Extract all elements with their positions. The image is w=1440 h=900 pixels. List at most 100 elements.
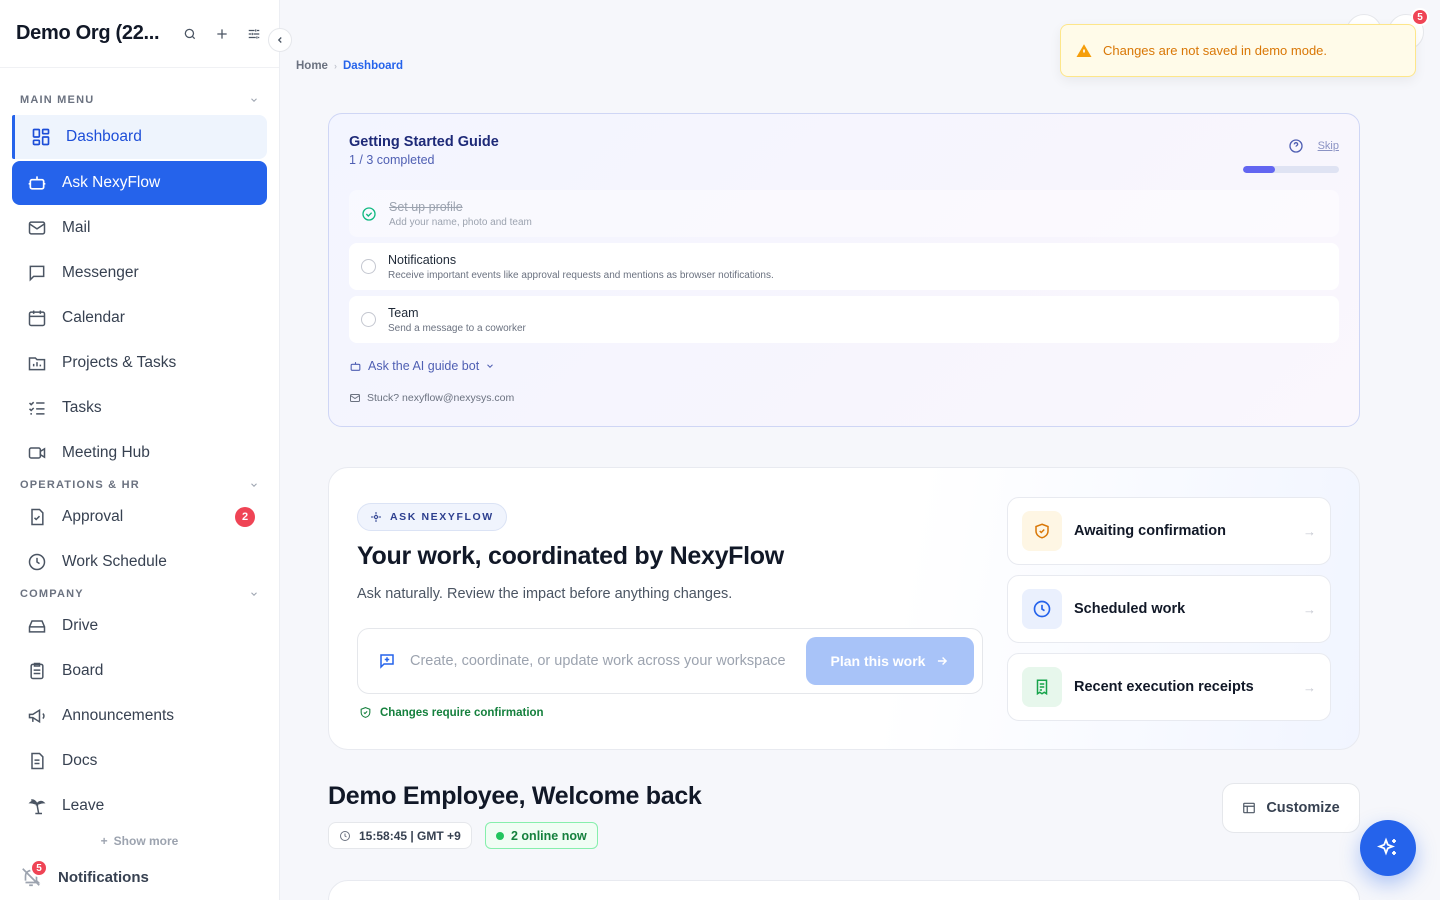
- clock-badge: 15:58:45 | GMT +9: [328, 822, 472, 849]
- sidebar-item-label: Board: [62, 662, 104, 679]
- sidebar-item-docs[interactable]: Docs: [12, 739, 267, 783]
- guide-progress-fill: [1243, 166, 1275, 173]
- notifications-badge: 5: [30, 859, 48, 877]
- chevron-down-icon: [249, 95, 259, 105]
- sliders-icon[interactable]: [245, 25, 263, 43]
- recent-receipts-card[interactable]: Recent execution receipts →: [1007, 653, 1331, 721]
- shield-check-icon: [1022, 511, 1062, 551]
- show-more-button[interactable]: + Show more: [0, 834, 279, 848]
- sidebar-item-label: Drive: [62, 617, 99, 634]
- empty-circle-icon: [361, 312, 376, 327]
- toast-message: Changes are not saved in demo mode.: [1103, 43, 1328, 58]
- mail-icon: [26, 217, 48, 239]
- guide-title: Getting Started Guide: [349, 134, 499, 150]
- plan-this-work-button[interactable]: Plan this work: [806, 637, 974, 685]
- prompt-input[interactable]: [410, 653, 792, 669]
- folder-chart-icon: [26, 352, 48, 374]
- calendar-icon: [26, 307, 48, 329]
- org-title[interactable]: Demo Org (22...: [16, 22, 181, 45]
- help-circle-icon[interactable]: [1288, 138, 1304, 154]
- customize-button[interactable]: Customize: [1222, 783, 1360, 833]
- warning-icon: [1075, 42, 1093, 60]
- prompt-box: Plan this work: [357, 628, 983, 694]
- section-label: COMPANY: [20, 588, 84, 600]
- sidebar-item-label: Leave: [62, 797, 105, 814]
- arrow-right-icon: →: [1303, 601, 1316, 617]
- sidebar-item-announcements[interactable]: Announcements: [12, 694, 267, 738]
- sidebar-item-leave[interactable]: Leave: [12, 784, 267, 828]
- step-desc: Send a message to a coworker: [388, 322, 526, 334]
- checklist-icon: [26, 397, 48, 419]
- sidebar-item-tasks[interactable]: Tasks: [12, 386, 267, 430]
- demo-mode-toast: Changes are not saved in demo mode.: [1060, 24, 1416, 77]
- palm-icon: [26, 795, 48, 817]
- guide-progress-bar: [1243, 166, 1339, 173]
- notifications-button[interactable]: 5 Notifications: [20, 859, 149, 888]
- section-operations-hr[interactable]: OPERATIONS & HR: [0, 475, 279, 495]
- sidebar-item-calendar[interactable]: Calendar: [12, 296, 267, 340]
- ask-nexyflow-pill: ASK NEXYFLOW: [357, 503, 507, 531]
- dashboard-icon: [30, 126, 52, 148]
- guide-step[interactable]: Notifications Receive important events li…: [349, 243, 1339, 290]
- sidebar-item-projects[interactable]: Projects & Tasks: [12, 341, 267, 385]
- plus-icon: +: [100, 834, 108, 848]
- sidebar-item-mail[interactable]: Mail: [12, 206, 267, 250]
- notifications-label: Notifications: [58, 868, 149, 886]
- section-label: OPERATIONS & HR: [20, 479, 140, 491]
- guide-step[interactable]: Set up profile Add your name, photo and t…: [349, 190, 1339, 237]
- bot-icon: [349, 360, 362, 373]
- sparkles-icon: [1376, 836, 1400, 860]
- drive-icon: [26, 615, 48, 637]
- guide-step[interactable]: Team Send a message to a coworker: [349, 296, 1339, 343]
- top-notification-badge: 5: [1411, 8, 1429, 26]
- sidebar-item-drive[interactable]: Drive: [12, 604, 267, 648]
- sidebar-item-label: Work Schedule: [62, 553, 167, 570]
- sidebar-item-work-schedule[interactable]: Work Schedule: [12, 540, 267, 584]
- hero-lead: Ask naturally. Review the impact before …: [357, 586, 733, 602]
- card-label: Scheduled work: [1074, 601, 1186, 617]
- support-email: Stuck? nexyflow@nexysys.com: [367, 392, 515, 404]
- chevron-left-icon: [277, 37, 282, 43]
- plus-icon[interactable]: [213, 25, 231, 43]
- skip-link[interactable]: Skip: [1318, 140, 1339, 152]
- chevron-down-icon: [485, 361, 495, 371]
- approval-badge: 2: [235, 507, 255, 527]
- customize-label: Customize: [1266, 800, 1340, 816]
- sidebar-item-ask-nexyflow[interactable]: Ask NexyFlow: [12, 161, 267, 205]
- ask-nexyflow-panel: ASK NEXYFLOW Your work, coordinated by N…: [328, 467, 1360, 750]
- step-desc: Add your name, photo and team: [389, 216, 532, 228]
- online-status-badge[interactable]: 2 online now: [485, 822, 598, 849]
- ai-guide-bot-toggle[interactable]: Ask the AI guide bot: [349, 359, 495, 373]
- doc-icon: [26, 750, 48, 772]
- megaphone-icon: [26, 705, 48, 727]
- sidebar-item-label: Announcements: [62, 707, 175, 724]
- ai-assistant-fab[interactable]: [1360, 820, 1416, 876]
- sidebar-item-approval[interactable]: Approval 2: [12, 495, 267, 539]
- awaiting-confirmation-card[interactable]: Awaiting confirmation →: [1007, 497, 1331, 565]
- arrow-right-icon: →: [1303, 679, 1316, 695]
- section-company[interactable]: COMPANY: [0, 584, 279, 604]
- sidebar-item-label: Ask NexyFlow: [62, 174, 161, 191]
- layout-icon: [1242, 801, 1256, 815]
- sparkle-icon: [370, 511, 382, 523]
- online-text: 2 online now: [511, 828, 587, 843]
- sidebar-item-meeting-hub[interactable]: Meeting Hub: [12, 431, 267, 475]
- confirmation-note: Changes require confirmation: [359, 706, 544, 719]
- sidebar-item-dashboard[interactable]: Dashboard: [12, 115, 267, 159]
- scheduled-work-card[interactable]: Scheduled work →: [1007, 575, 1331, 643]
- sidebar-item-label: Projects & Tasks: [62, 354, 177, 371]
- chevron-down-icon: [249, 589, 259, 599]
- sidebar-item-board[interactable]: Board: [12, 649, 267, 693]
- getting-started-guide: Getting Started Guide 1 / 3 completed Sk…: [328, 113, 1360, 427]
- section-main-menu[interactable]: MAIN MENU: [0, 90, 279, 110]
- sidebar: Demo Org (22... MAIN MENU Dashboard Ask …: [0, 0, 280, 900]
- guide-progress-text: 1 / 3 completed: [349, 153, 435, 167]
- sidebar-item-messenger[interactable]: Messenger: [12, 251, 267, 295]
- support-contact[interactable]: Stuck? nexyflow@nexysys.com: [349, 392, 514, 404]
- collapse-sidebar-button[interactable]: [268, 28, 292, 52]
- ai-bot-label: Ask the AI guide bot: [368, 359, 480, 373]
- breadcrumb-home[interactable]: Home: [296, 60, 328, 72]
- sidebar-item-label: Meeting Hub: [62, 444, 150, 461]
- search-icon[interactable]: [181, 25, 199, 43]
- breadcrumb-separator: ›: [333, 61, 337, 71]
